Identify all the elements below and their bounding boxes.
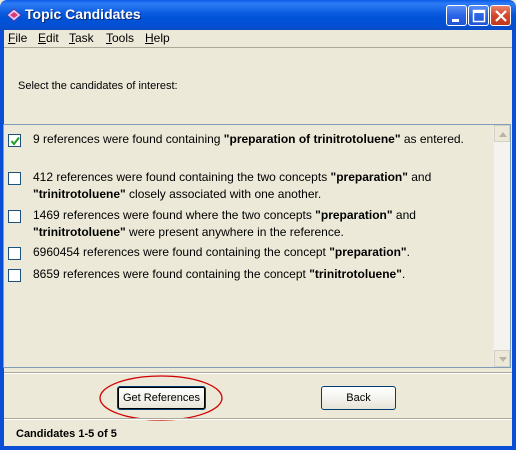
candidate-concept: "preparation" <box>330 170 408 184</box>
candidate-text: 8659 references were found containing th… <box>33 266 488 283</box>
candidate-text-segment: . <box>406 245 410 259</box>
candidate-text: 1469 references were found where the two… <box>33 207 453 241</box>
menu-task[interactable]: Task <box>69 31 94 45</box>
get-references-button[interactable]: Get References <box>117 386 206 410</box>
candidate-text: 9 references were found containing "prep… <box>33 131 473 148</box>
maximize-button[interactable] <box>468 5 489 26</box>
menu-file[interactable]: File <box>8 31 27 45</box>
window-title: Topic Candidates <box>25 6 141 22</box>
candidate-text-segment: 8659 references were found containing th… <box>33 267 310 281</box>
scroll-up-button[interactable] <box>494 125 510 142</box>
candidate-list[interactable]: 9 references were found containing "prep… <box>3 124 511 368</box>
menu-help[interactable]: Help <box>145 31 170 45</box>
candidate-text-segment: as entered. <box>400 132 464 146</box>
candidate-text-segment: and <box>407 170 432 184</box>
candidate-text: 6960454 references were found containing… <box>33 244 488 261</box>
window-frame-bottom <box>0 446 516 450</box>
candidate-text-segment: 412 references were found containing the… <box>33 170 331 184</box>
divider <box>4 372 512 374</box>
scroll-down-icon <box>499 357 507 362</box>
window-frame-right <box>512 30 516 450</box>
app-icon <box>6 8 22 22</box>
candidate-concept: "preparation of trinitrotoluene" <box>223 132 401 146</box>
candidate-text: 412 references were found containing the… <box>33 169 488 203</box>
candidate-text-segment: were present anywhere in the reference. <box>125 225 344 239</box>
candidate-checkbox[interactable] <box>8 247 21 260</box>
checkmark-icon <box>10 136 20 146</box>
candidate-text-segment: 6960454 references were found containing… <box>33 245 330 259</box>
scroll-up-icon <box>499 132 507 137</box>
candidate-concept: "trinitrotoluene" <box>33 225 126 239</box>
candidate-checkbox[interactable] <box>8 172 21 185</box>
close-icon <box>495 10 507 22</box>
scroll-down-button[interactable] <box>494 350 510 367</box>
close-button[interactable] <box>490 5 511 26</box>
candidate-checkbox[interactable] <box>8 134 21 147</box>
candidate-text-segment: 1469 references were found where the two… <box>33 208 316 222</box>
candidate-text-segment: 9 references were found containing <box>33 132 224 146</box>
back-button[interactable]: Back <box>321 386 396 410</box>
status-text: Candidates 1-5 of 5 <box>16 428 117 440</box>
maximize-icon <box>472 9 486 23</box>
divider <box>4 418 512 420</box>
candidate-concept: "trinitrotoluene" <box>309 267 402 281</box>
menu-tools[interactable]: Tools <box>106 31 134 45</box>
candidate-checkbox[interactable] <box>8 269 21 282</box>
candidate-text-segment: closely associated with one another. <box>125 187 322 201</box>
minimize-button[interactable] <box>446 5 467 26</box>
candidate-text-segment: . <box>401 267 406 281</box>
title-bar[interactable]: Topic Candidates <box>0 0 516 30</box>
candidate-text-segment: and <box>392 208 416 222</box>
candidate-concept: "preparation" <box>315 208 393 222</box>
menu-separator <box>4 47 512 48</box>
menu-bar: File Edit Task Tools Help <box>4 30 512 47</box>
candidate-concept: "trinitrotoluene" <box>33 187 126 201</box>
vertical-scrollbar[interactable] <box>493 125 510 367</box>
instruction-label: Select the candidates of interest: <box>18 80 178 92</box>
candidate-concept: "preparation" <box>329 245 407 259</box>
minimize-icon <box>452 19 459 22</box>
candidate-checkbox[interactable] <box>8 210 21 223</box>
menu-edit[interactable]: Edit <box>38 31 59 45</box>
